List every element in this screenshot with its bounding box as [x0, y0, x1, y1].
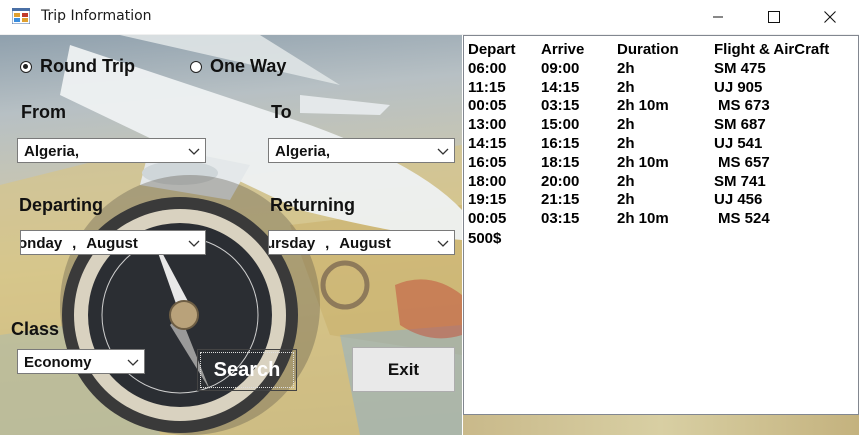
returning-day: ursday	[268, 235, 316, 252]
flight-aircraft: MS 657	[718, 153, 770, 171]
arrive-time: 16:15	[541, 134, 580, 152]
from-label: From	[21, 102, 66, 122]
to-label: To	[271, 102, 292, 122]
duration: 2h 10m	[617, 210, 669, 228]
duration: 2h	[617, 59, 635, 77]
flight-aircraft: UJ 456	[714, 191, 763, 209]
flight-aircraft: MS 673	[718, 97, 770, 115]
maximize-icon	[768, 10, 780, 23]
search-button[interactable]: Search	[197, 349, 297, 391]
background-strip	[463, 415, 859, 435]
class-label: Class	[11, 319, 60, 339]
one-way-radio[interactable]: One Way	[190, 56, 286, 77]
round-trip-radio[interactable]: Round Trip	[20, 56, 135, 77]
header-duration: Duration	[617, 41, 679, 58]
flight-aircraft: UJ 905	[714, 78, 763, 96]
duration: 2h 10m	[617, 97, 669, 115]
maximize-button[interactable]	[751, 0, 797, 33]
depart-time: 14:15	[468, 134, 507, 152]
depart-time: 00:05	[468, 97, 507, 115]
duration: 2h	[617, 191, 635, 209]
arrive-time: 03:15	[541, 210, 580, 228]
departing-date-value: onday, August	[20, 235, 138, 252]
to-value: Algeria,	[275, 143, 331, 160]
duration: 2h 10m	[617, 153, 669, 171]
flight-aircraft: SM 687	[714, 116, 766, 134]
chevron-down-icon	[188, 240, 200, 247]
chevron-down-icon	[188, 148, 200, 155]
radio-checked-icon	[20, 60, 32, 73]
flight-aircraft: SM 741	[714, 172, 766, 190]
app-window-icon	[12, 8, 30, 24]
arrive-time: 15:00	[541, 116, 580, 134]
one-way-label: One Way	[210, 56, 287, 76]
returning-month: August	[339, 235, 391, 252]
chevron-down-icon	[437, 148, 449, 155]
header-depart: Depart	[468, 41, 516, 58]
to-select[interactable]: Algeria,	[268, 138, 455, 163]
duration: 2h	[617, 172, 635, 190]
depart-time: 19:15	[468, 191, 507, 209]
depart-time: 00:05	[468, 210, 507, 228]
duration: 2h	[617, 78, 635, 96]
departing-label: Departing	[19, 195, 104, 215]
exit-button[interactable]: Exit	[352, 347, 455, 392]
arrive-time: 14:15	[541, 78, 580, 96]
radio-unchecked-icon	[190, 60, 202, 73]
close-icon	[824, 10, 836, 23]
depart-time: 16:05	[468, 153, 507, 171]
arrive-time: 18:15	[541, 153, 580, 171]
returning-date-value: ursday, August	[268, 235, 391, 252]
departing-month: August	[86, 235, 138, 252]
returning-date-picker[interactable]: ursday, August	[268, 230, 455, 255]
chevron-down-icon	[437, 240, 449, 247]
minimize-icon	[713, 16, 723, 17]
returning-label: Returning	[270, 195, 355, 215]
arrive-time: 21:15	[541, 191, 580, 209]
duration: 2h	[617, 134, 635, 152]
from-select[interactable]: Algeria,	[17, 138, 206, 163]
flight-aircraft: UJ 541	[714, 134, 763, 152]
class-value: Economy	[24, 354, 92, 371]
minimize-button[interactable]	[695, 0, 741, 33]
returning-separator: ,	[325, 235, 330, 252]
header-flight-aircraft: Flight & AirCraft	[714, 41, 830, 58]
close-button[interactable]	[807, 0, 853, 33]
depart-time: 06:00	[468, 59, 507, 77]
trip-form-panel: Round Trip One Way From To Algeria, Alge…	[0, 35, 462, 435]
depart-time: 13:00	[468, 116, 507, 134]
arrive-time: 09:00	[541, 59, 580, 77]
window-title: Trip Information	[41, 8, 152, 24]
flight-aircraft: MS 524	[718, 210, 770, 228]
chevron-down-icon	[127, 359, 139, 366]
arrive-time: 20:00	[541, 172, 580, 190]
departing-day: onday	[20, 235, 63, 252]
from-value: Algeria,	[24, 143, 80, 160]
duration: 2h	[617, 116, 635, 134]
header-arrive: Arrive	[541, 41, 585, 58]
depart-time: 18:00	[468, 172, 507, 190]
flight-results-list[interactable]: Depart Arrive Duration Flight & AirCraft…	[463, 35, 859, 415]
arrive-time: 03:15	[541, 97, 580, 115]
departing-separator: ,	[72, 235, 77, 252]
departing-date-picker[interactable]: onday, August	[20, 230, 206, 255]
total-price: 500$	[468, 230, 502, 247]
title-bar: Trip Information	[0, 0, 859, 35]
class-select[interactable]: Economy	[17, 349, 145, 374]
depart-time: 11:15	[468, 78, 506, 96]
round-trip-label: Round Trip	[40, 56, 135, 76]
flight-aircraft: SM 475	[714, 59, 766, 77]
